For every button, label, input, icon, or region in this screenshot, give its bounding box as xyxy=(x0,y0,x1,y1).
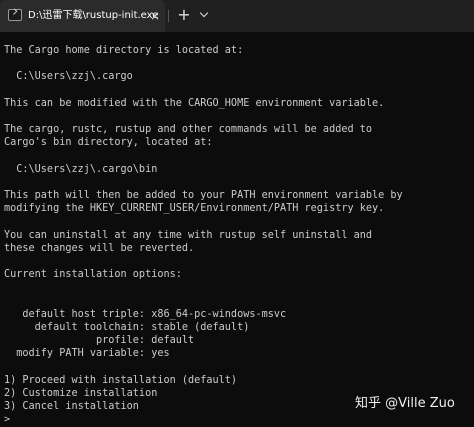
console-line: profile: default xyxy=(4,335,195,346)
terminal-window: D:\迅雷下载\rustup-init.exe × + The Cargo ho… xyxy=(0,0,474,427)
console-line: 3) Cancel installation xyxy=(4,401,139,412)
console-line: The cargo, rustc, rustup and other comma… xyxy=(4,124,373,135)
terminal-icon xyxy=(8,9,22,21)
input-prompt[interactable]: > xyxy=(4,413,10,426)
console-line: default host triple: x86_64-pc-windows-m… xyxy=(4,309,287,320)
title-bar: D:\迅雷下载\rustup-init.exe × + xyxy=(0,0,474,32)
new-tab-button[interactable]: + xyxy=(176,7,192,23)
chevron-down-icon[interactable] xyxy=(198,8,212,22)
close-icon[interactable]: × xyxy=(148,9,162,23)
console-line: C:\Users\zzj\.cargo xyxy=(4,71,133,82)
console-line: Current installation options: xyxy=(4,269,182,280)
console-line: The Cargo home directory is located at: xyxy=(4,45,244,56)
console-line: modifying the HKEY_CURRENT_USER/Environm… xyxy=(4,203,385,214)
terminal-tab[interactable]: D:\迅雷下载\rustup-init.exe × xyxy=(0,0,165,32)
console-line: You can uninstall at any time with rustu… xyxy=(4,230,373,241)
tab-title: D:\迅雷下载\rustup-init.exe xyxy=(28,10,159,21)
console-line: 1) Proceed with installation (default) xyxy=(4,375,238,386)
console-line: 2) Customize installation xyxy=(4,388,158,399)
console-line: This can be modified with the CARGO_HOME… xyxy=(4,98,385,109)
console-line: Cargo's bin directory, located at: xyxy=(4,137,213,148)
console-line: modify PATH variable: yes xyxy=(4,348,170,359)
console-line: these changes will be reverted. xyxy=(4,243,195,254)
tab-divider xyxy=(168,10,169,22)
console-line: default toolchain: stable (default) xyxy=(4,322,250,333)
watermark: 知乎 @Ville Zuo xyxy=(355,396,455,411)
console-line: This path will then be added to your PAT… xyxy=(4,190,403,201)
console-output[interactable]: The Cargo home directory is located at: … xyxy=(0,32,474,427)
console-line: C:\Users\zzj\.cargo\bin xyxy=(4,164,158,175)
